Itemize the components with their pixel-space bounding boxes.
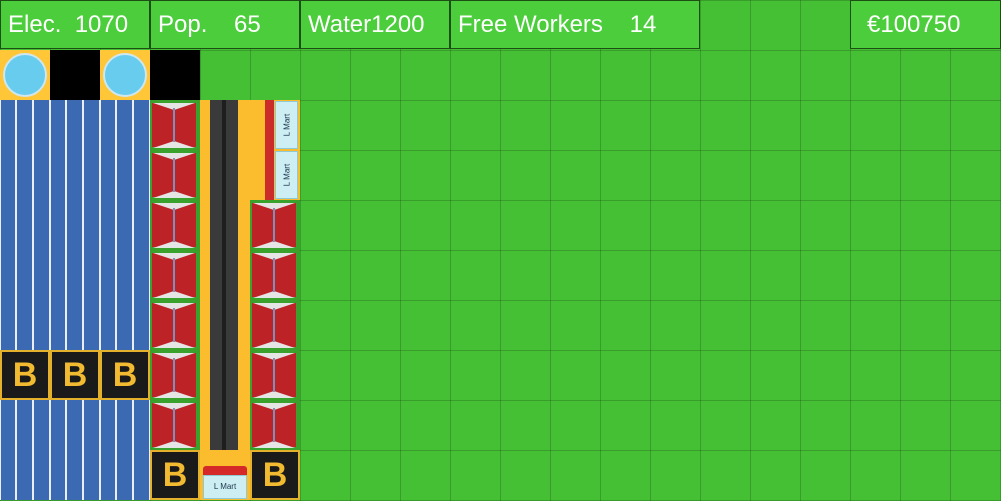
house-tile[interactable] [250, 400, 300, 450]
battery-label: B [262, 456, 288, 494]
battery-tile[interactable]: B [0, 350, 50, 400]
shop-label: L Mart [282, 163, 291, 187]
electricity-display: Elec. 1070 [0, 0, 150, 49]
shop-tile[interactable]: L Mart [250, 100, 300, 150]
solar-panel-tile[interactable] [0, 300, 50, 350]
empty-lot-tile[interactable] [50, 50, 100, 100]
population-value: 65 [234, 11, 261, 38]
road-tile[interactable] [200, 250, 250, 300]
shop-label: L Mart [282, 113, 291, 137]
population-display: Pop. 65 [150, 0, 300, 49]
shop-tile[interactable]: L Mart [200, 450, 250, 500]
house-tile[interactable] [150, 400, 200, 450]
shop-tile[interactable]: L Mart [250, 150, 300, 200]
solar-panel-tile[interactable] [50, 100, 100, 150]
house-tile[interactable] [150, 250, 200, 300]
shop-roof-icon [203, 466, 247, 475]
free-workers-label: Free Workers [458, 11, 603, 38]
shop-awning-icon [265, 150, 274, 200]
house-tile[interactable] [250, 350, 300, 400]
solar-panel-tile[interactable] [100, 150, 150, 200]
battery-label: B [162, 456, 188, 494]
road-tile[interactable] [200, 200, 250, 250]
money-value: €100750 [867, 11, 961, 38]
free-workers-display: Free Workers 14 [450, 0, 700, 49]
solar-panel-tile[interactable] [0, 250, 50, 300]
shop-awning-icon [265, 100, 274, 150]
house-tile[interactable] [250, 200, 300, 250]
house-tile[interactable] [150, 200, 200, 250]
electricity-label: Elec. [8, 11, 62, 38]
battery-tile[interactable]: B [250, 450, 300, 500]
house-tile[interactable] [150, 150, 200, 200]
empty-lot-tile[interactable] [150, 50, 200, 100]
battery-label: B [112, 356, 138, 394]
solar-panel-tile[interactable] [50, 400, 100, 450]
solar-panel-tile[interactable] [50, 300, 100, 350]
water-label: Water [308, 11, 372, 38]
water-pool-icon [103, 53, 147, 97]
house-tile[interactable] [150, 100, 200, 150]
solar-panel-tile[interactable] [100, 400, 150, 450]
solar-panel-tile[interactable] [100, 450, 150, 500]
solar-panel-tile[interactable] [0, 450, 50, 500]
water-tower-tile[interactable] [0, 50, 50, 100]
battery-tile[interactable]: B [150, 450, 200, 500]
battery-label: B [12, 356, 38, 394]
shop-sign: L Mart [275, 151, 298, 199]
road-tile[interactable] [200, 350, 250, 400]
road-tile[interactable] [200, 400, 250, 450]
battery-tile[interactable]: B [100, 350, 150, 400]
house-tile[interactable] [250, 300, 300, 350]
shop-label: L Mart [213, 482, 237, 491]
road-tile[interactable] [200, 100, 250, 150]
road-tile[interactable] [200, 150, 250, 200]
solar-panel-tile[interactable] [50, 250, 100, 300]
solar-panel-tile[interactable] [50, 450, 100, 500]
house-tile[interactable] [150, 300, 200, 350]
road-tile[interactable] [200, 300, 250, 350]
population-label: Pop. [158, 11, 208, 38]
house-tile[interactable] [150, 350, 200, 400]
electricity-value: 1070 [74, 11, 129, 38]
shop-sign: L Mart [275, 101, 298, 149]
shop-sign: L Mart [203, 475, 247, 499]
battery-tile[interactable]: B [50, 350, 100, 400]
solar-panel-tile[interactable] [0, 150, 50, 200]
solar-panel-tile[interactable] [50, 200, 100, 250]
solar-panel-tile[interactable] [0, 400, 50, 450]
money-display: €100750 [850, 0, 1001, 49]
water-display: Water1200 [300, 0, 450, 49]
solar-panel-tile[interactable] [100, 300, 150, 350]
solar-panel-tile[interactable] [50, 150, 100, 200]
water-pool-icon [3, 53, 47, 97]
solar-panel-tile[interactable] [100, 100, 150, 150]
game-map[interactable]: Elec. 1070 Pop. 65 Water1200 Free Worker… [0, 0, 1001, 501]
house-tile[interactable] [250, 250, 300, 300]
solar-panel-tile[interactable] [100, 250, 150, 300]
water-value: 1200 [371, 11, 425, 38]
battery-label: B [62, 356, 88, 394]
solar-panel-tile[interactable] [0, 200, 50, 250]
water-tower-tile[interactable] [100, 50, 150, 100]
solar-panel-tile[interactable] [0, 100, 50, 150]
solar-panel-tile[interactable] [100, 200, 150, 250]
free-workers-value: 14 [629, 11, 657, 38]
